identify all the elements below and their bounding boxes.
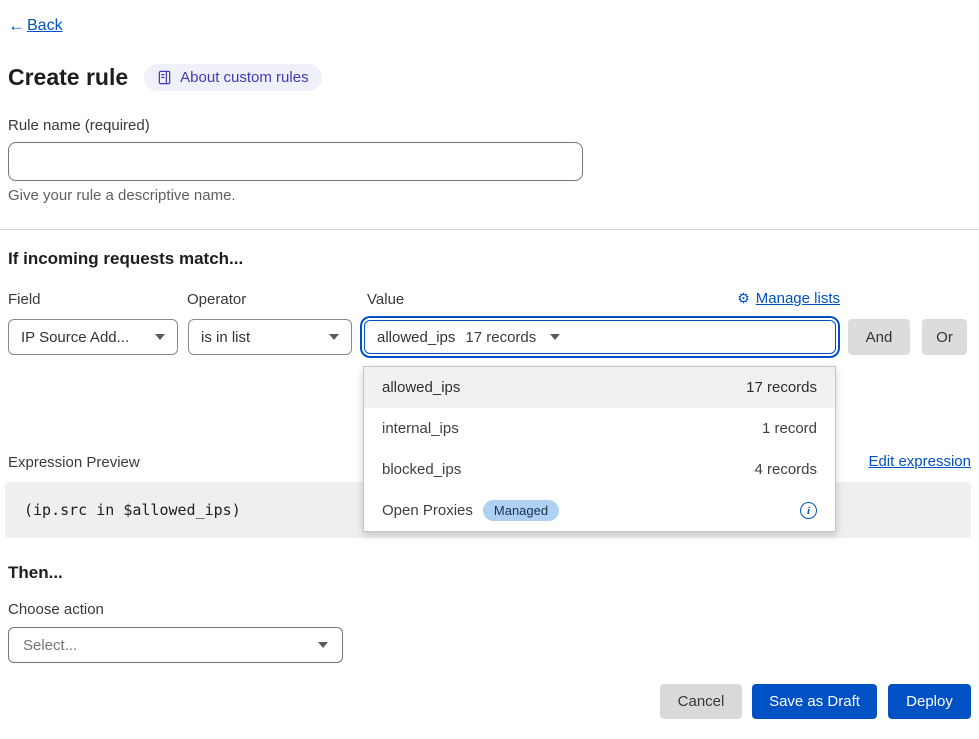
book-icon: [157, 70, 172, 85]
field-select-value: IP Source Add...: [21, 329, 155, 346]
choose-action-label: Choose action: [8, 601, 104, 618]
list-item-name: blocked_ips: [382, 461, 461, 478]
or-button[interactable]: Or: [922, 319, 967, 355]
value-dropdown-panel: allowed_ips 17 records internal_ips 1 re…: [363, 366, 836, 532]
back-label: Back: [27, 17, 63, 35]
value-select[interactable]: allowed_ips 17 records: [364, 320, 836, 354]
value-select-value: allowed_ips: [377, 329, 455, 346]
left-arrow-icon: ←: [8, 16, 25, 36]
about-badge-label: About custom rules: [180, 69, 308, 86]
managed-badge: Managed: [483, 500, 559, 521]
save-as-draft-button[interactable]: Save as Draft: [752, 684, 877, 719]
list-item-internal-ips[interactable]: internal_ips 1 record: [364, 408, 835, 449]
and-button[interactable]: And: [848, 319, 910, 355]
manage-lists-link[interactable]: ⚙ Manage lists: [737, 290, 840, 307]
field-select[interactable]: IP Source Add...: [8, 319, 178, 355]
expression-preview-label: Expression Preview: [8, 454, 140, 471]
section-divider: [0, 229, 979, 230]
list-item-meta: 4 records: [754, 461, 817, 478]
list-item-open-proxies[interactable]: Open Proxies Managed i: [364, 490, 835, 531]
chevron-down-icon: [550, 334, 560, 340]
edit-expression-link[interactable]: Edit expression: [868, 453, 971, 470]
rule-name-input[interactable]: [8, 142, 583, 181]
chevron-down-icon: [318, 642, 328, 648]
list-item-allowed-ips[interactable]: allowed_ips 17 records: [364, 367, 835, 408]
back-link[interactable]: ← Back: [8, 16, 63, 36]
rule-name-label: Rule name (required): [8, 117, 150, 134]
list-item-name: internal_ips: [382, 420, 459, 437]
about-custom-rules-link[interactable]: About custom rules: [144, 64, 321, 91]
operator-select-value: is in list: [201, 329, 329, 346]
expression-code: (ip.src in $allowed_ips): [24, 501, 241, 519]
operator-select[interactable]: is in list: [188, 319, 352, 355]
chevron-down-icon: [329, 334, 339, 340]
deploy-button[interactable]: Deploy: [888, 684, 971, 719]
field-label: Field: [8, 291, 41, 308]
match-section-heading: If incoming requests match...: [8, 249, 243, 269]
chevron-down-icon: [155, 334, 165, 340]
list-item-meta: 1 record: [762, 420, 817, 437]
page-header: Create rule About custom rules: [8, 64, 322, 91]
action-select[interactable]: Select...: [8, 627, 343, 663]
list-item-name: Open Proxies: [382, 502, 473, 519]
rule-name-helper: Give your rule a descriptive name.: [8, 187, 236, 204]
then-section-heading: Then...: [8, 563, 63, 583]
list-item-blocked-ips[interactable]: blocked_ips 4 records: [364, 449, 835, 490]
list-item-name: allowed_ips: [382, 379, 460, 396]
value-select-meta: 17 records: [465, 329, 536, 346]
manage-lists-label: Manage lists: [756, 290, 840, 307]
action-select-placeholder: Select...: [23, 637, 318, 654]
cancel-button[interactable]: Cancel: [660, 684, 742, 719]
list-item-meta: 17 records: [746, 379, 817, 396]
page-title: Create rule: [8, 64, 128, 91]
info-icon[interactable]: i: [800, 502, 817, 519]
gear-icon: ⚙: [737, 290, 750, 307]
operator-label: Operator: [187, 291, 246, 308]
value-label: Value: [367, 291, 404, 308]
